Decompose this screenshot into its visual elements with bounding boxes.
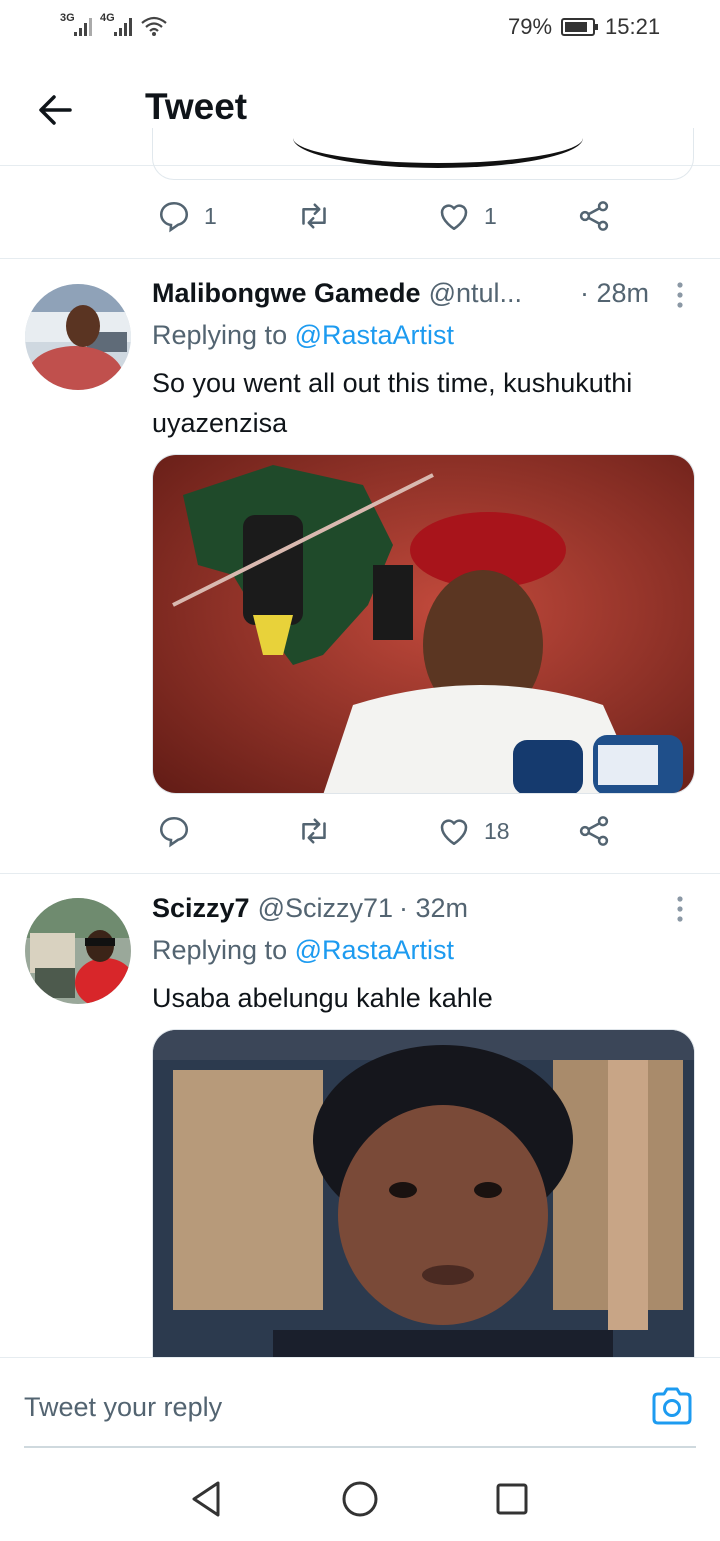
avatar[interactable] [25,284,131,390]
retweet-icon [302,203,326,229]
sim2-signal-icon [114,14,132,36]
retweet-button[interactable] [296,198,332,234]
replying-to-mention[interactable]: @RastaArtist [295,935,454,965]
tweet-time: · 28m [580,278,650,308]
tweet-actions: 18 [152,813,622,853]
reply-underline [24,1446,696,1448]
like-button[interactable]: 1 [436,198,497,234]
divider [0,873,720,874]
status-time: 15:21 [605,14,661,39]
avatar-photo [25,284,131,390]
like-button[interactable]: 18 [436,813,510,849]
previous-tweet-actions: 1 1 [152,198,622,238]
back-arrow-icon[interactable] [36,90,76,130]
avatar-photo [25,898,131,1004]
tweet-text: So you went all out this time, kushukuth… [152,368,633,438]
reply-button[interactable]: 1 [156,198,217,234]
status-bar: 3G 4G 79% 15:21 [0,0,720,56]
heart-icon [440,204,468,231]
previous-tweet-media[interactable] [152,128,694,180]
sim1-network-label: 3G [60,12,75,24]
like-count: 18 [484,817,510,844]
more-options-icon[interactable] [672,894,688,924]
system-navigation-bar [0,1457,720,1541]
tweet-photo [153,455,694,793]
tweet-header: Malibongwe Gamede @ntul... · 28m [152,278,672,314]
reply-input[interactable]: Tweet your reply [24,1392,222,1423]
sim2-network-label: 4G [100,12,115,24]
divider [0,258,720,259]
wifi-icon [141,16,167,36]
battery-percent: 79% [508,14,553,39]
nav-back-icon[interactable] [184,1477,228,1521]
nav-recents-icon[interactable] [490,1477,534,1521]
reply-icon [159,201,189,233]
share-button[interactable] [576,813,612,849]
page-title: Tweet [145,86,248,127]
user-handle[interactable]: @Scizzy71 [258,893,393,929]
user-handle[interactable]: @ntul... [429,278,522,314]
battery-icon [561,18,598,36]
display-name[interactable]: Malibongwe Gamede [152,278,421,314]
tweet-text: Usaba abelungu kahle kahle [152,983,493,1013]
retweet-icon [302,818,326,844]
tweet-photo [153,1030,694,1368]
tweet-time: · 32m [399,893,469,923]
retweet-button[interactable] [296,813,332,849]
display-name[interactable]: Scizzy7 [152,893,250,929]
reply-button[interactable] [156,813,204,849]
replying-to-label: Replying to [152,935,288,965]
sim1-signal-icon [74,14,92,36]
share-icon [579,816,609,846]
avatar[interactable] [25,898,131,1004]
reply-icon [159,816,189,848]
replying-to-label: Replying to [152,320,288,350]
reply-composer: Tweet your reply [0,1357,720,1457]
tweet-media[interactable] [152,1029,695,1369]
heart-icon [440,819,468,846]
share-button[interactable] [576,198,612,234]
tweet-header: Scizzy7 @Scizzy71 · 32m [152,893,672,929]
share-icon [579,201,609,231]
nav-home-icon[interactable] [338,1477,382,1521]
like-count: 1 [484,202,497,229]
replying-to: Replying to @RastaArtist [152,320,454,351]
replying-to: Replying to @RastaArtist [152,935,454,966]
more-options-icon[interactable] [672,280,688,310]
tweet-media[interactable] [152,454,695,794]
reply-count: 1 [204,202,217,229]
replying-to-mention[interactable]: @RastaArtist [295,320,454,350]
camera-icon[interactable] [650,1386,694,1426]
media-graphic [293,128,583,168]
